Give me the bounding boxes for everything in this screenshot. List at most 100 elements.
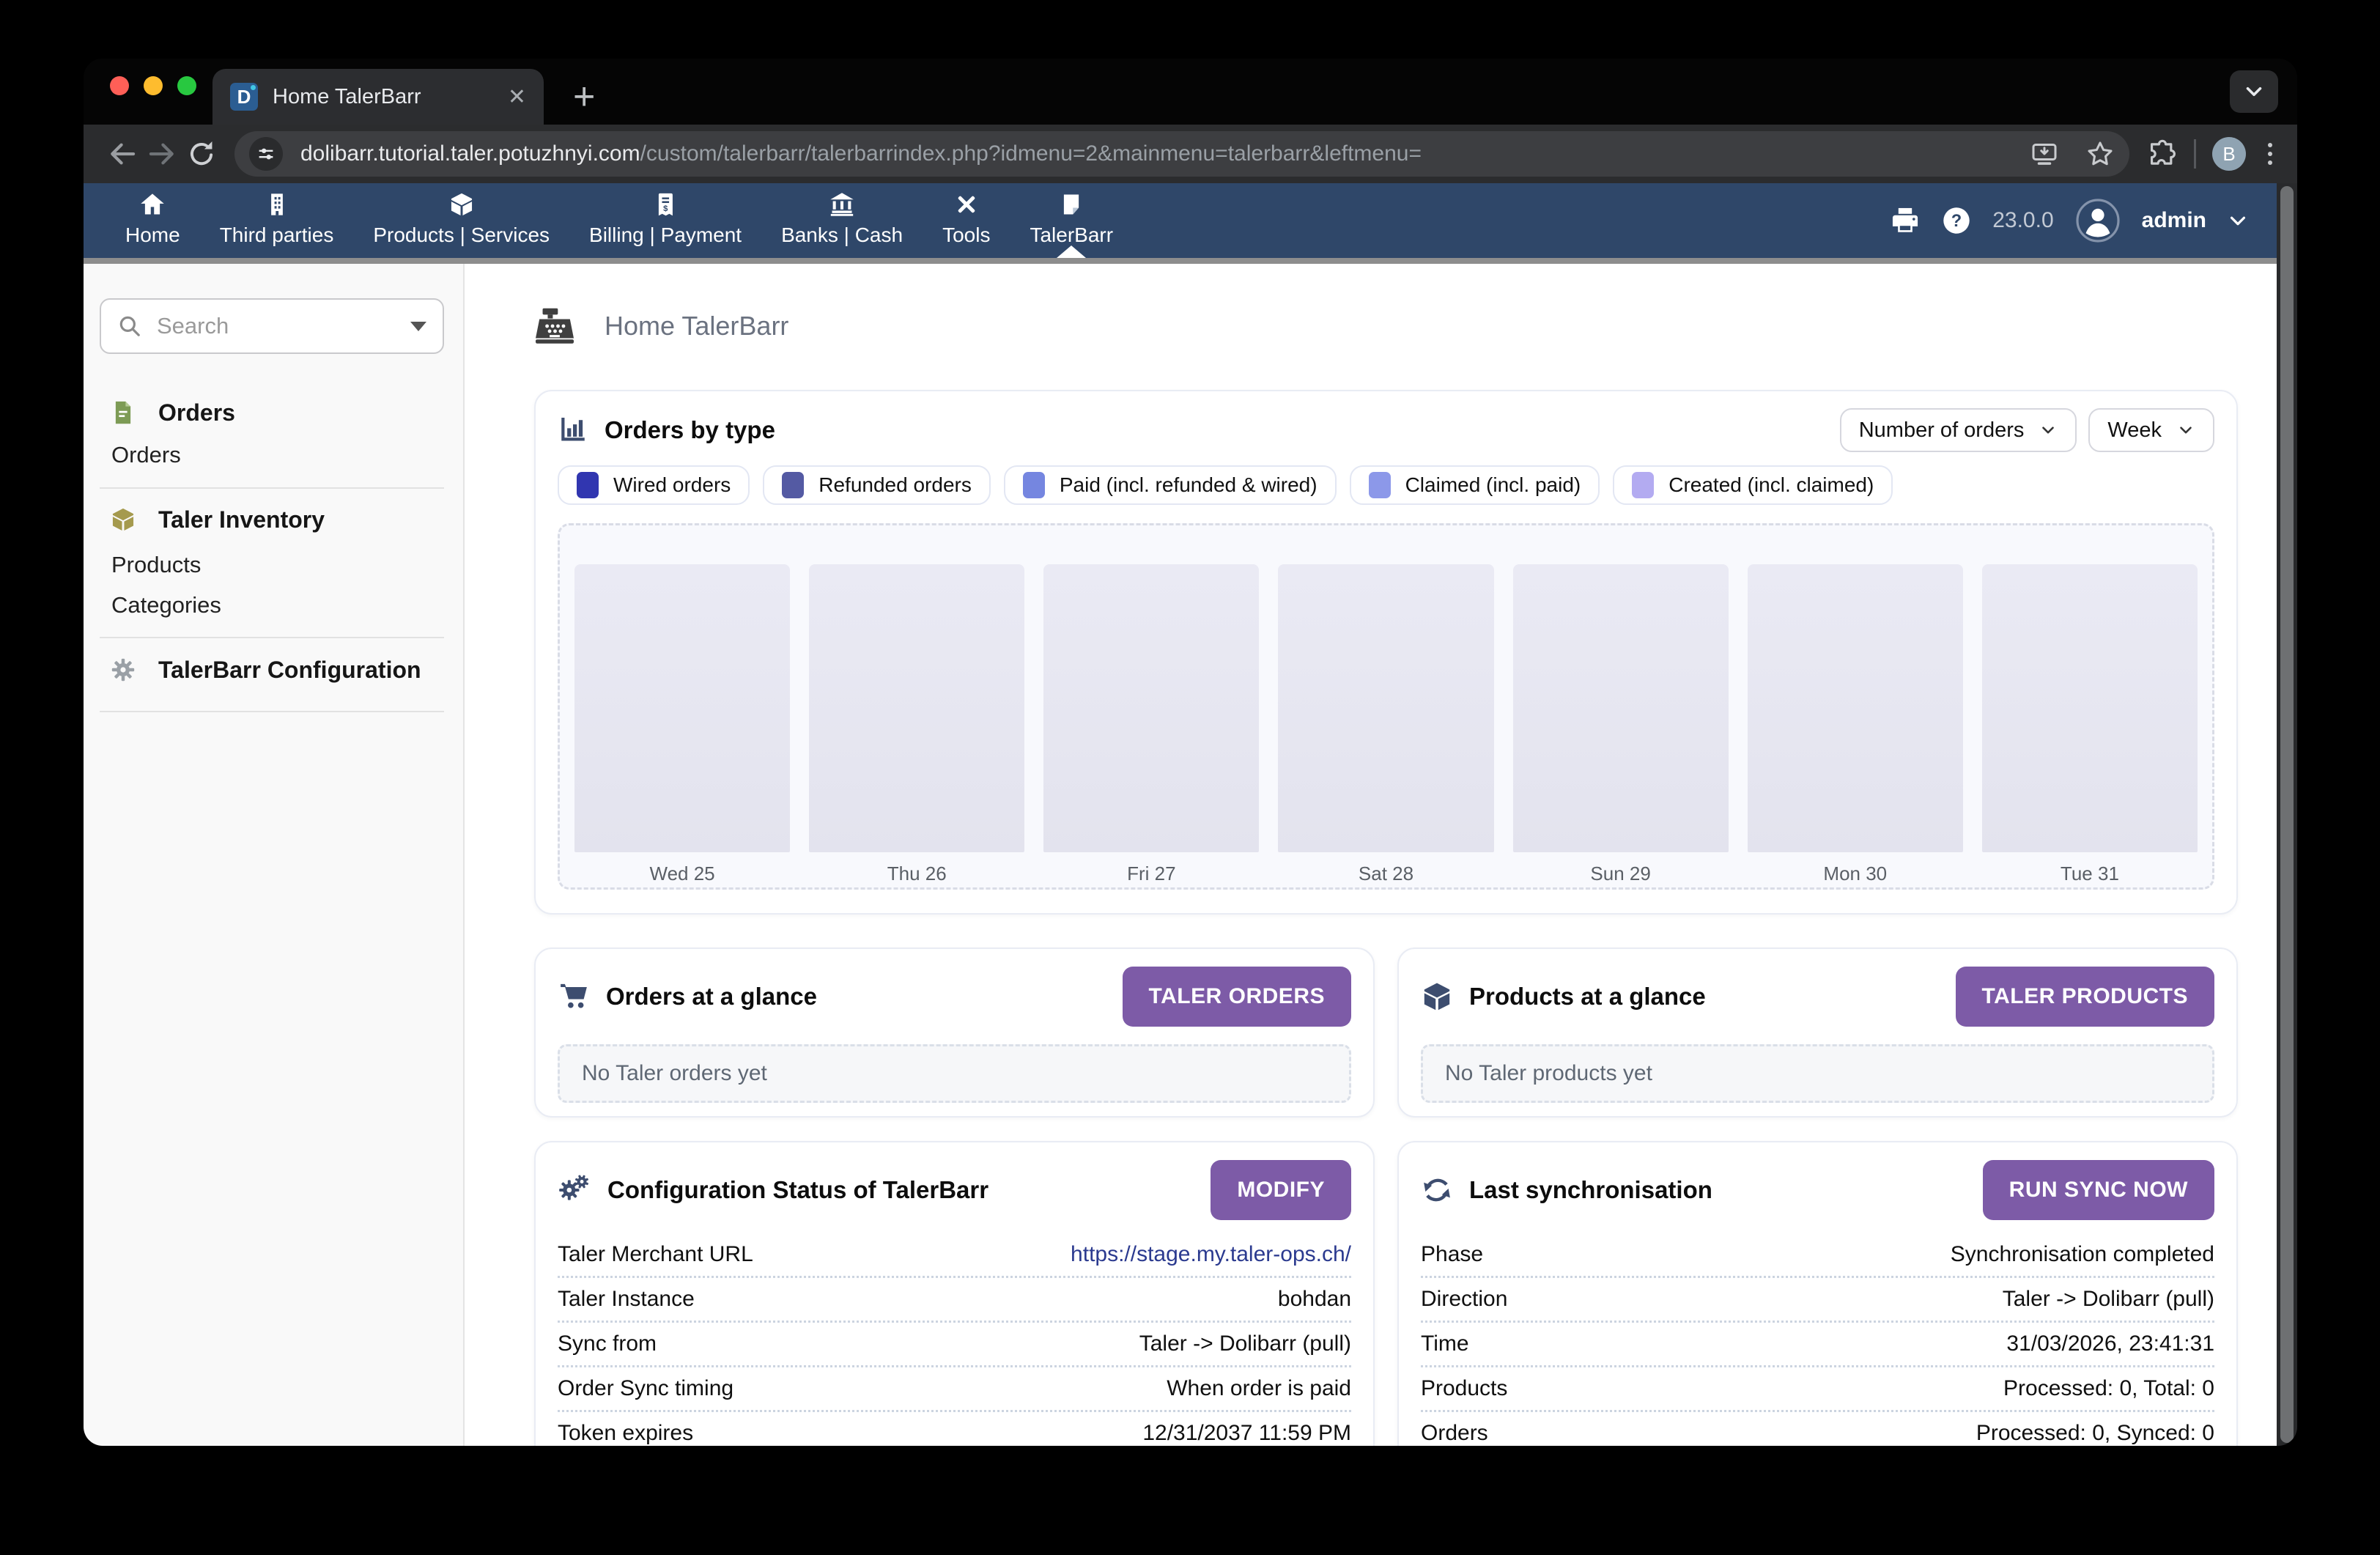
help-icon[interactable]: ? xyxy=(1941,205,1972,236)
legend-swatch xyxy=(1632,472,1654,498)
merchant-url-link[interactable]: https://stage.my.taler-ops.ch/ xyxy=(1071,1242,1351,1267)
menu-products-services[interactable]: Products | Services xyxy=(353,183,569,258)
sidebar-link-products[interactable]: Products xyxy=(100,549,444,581)
last-synchronisation-card: Last synchronisation RUN SYNC NOW PhaseS… xyxy=(1397,1141,2238,1446)
forward-button[interactable] xyxy=(142,134,182,174)
browser-window: D Home TalerBarr ✕ + xyxy=(84,59,2297,1446)
reload-button[interactable] xyxy=(182,134,221,174)
legend-item[interactable]: Refunded orders xyxy=(763,465,991,505)
browser-menu-icon[interactable] xyxy=(2262,143,2278,165)
sidebar-link-categories[interactable]: Categories xyxy=(100,589,444,621)
zoom-window-button[interactable] xyxy=(177,76,196,95)
url-bar[interactable]: dolibarr.tutorial.taler.potuzhnyi.com/cu… xyxy=(234,131,2129,177)
dolibarr-favicon-icon: D xyxy=(230,83,258,111)
chart-day-column xyxy=(1513,564,1729,852)
chart-x-axis-labels: Wed 25 Thu 26 Fri 27 Sat 28 Sun 29 Mon 3… xyxy=(574,852,2198,885)
browser-tab[interactable]: D Home TalerBarr ✕ xyxy=(212,69,544,125)
menu-third-parties[interactable]: Third parties xyxy=(200,183,354,258)
search-dropdown-icon[interactable] xyxy=(410,322,426,331)
legend-item[interactable]: Wired orders xyxy=(558,465,750,505)
table-row: Token expires12/31/2037 11:59 PM xyxy=(558,1412,1351,1446)
table-row: ProductsProcessed: 0, Total: 0 xyxy=(1421,1367,2214,1412)
bookmark-star-icon[interactable] xyxy=(2085,139,2115,169)
invoice-icon: $ xyxy=(652,191,679,218)
sync-icon xyxy=(1421,1174,1453,1206)
chart-legend: Wired orders Refunded orders Paid (incl.… xyxy=(558,465,2214,505)
left-sidebar: Search Orders Orders xyxy=(84,264,465,1446)
menu-billing-payment[interactable]: $ Billing | Payment xyxy=(569,183,761,258)
x-tick-label: Sat 28 xyxy=(1278,852,1493,885)
tab-close-icon[interactable]: ✕ xyxy=(508,84,526,110)
bar-chart-icon xyxy=(558,415,588,446)
taler-orders-button[interactable]: TALER ORDERS xyxy=(1123,967,1351,1027)
sidebar-search[interactable]: Search xyxy=(100,298,444,354)
menu-banks-cash[interactable]: Banks | Cash xyxy=(761,183,923,258)
search-icon xyxy=(117,314,142,339)
browser-toolbar: dolibarr.tutorial.taler.potuzhnyi.com/cu… xyxy=(84,125,2297,183)
menu-tools[interactable]: Tools xyxy=(923,183,1010,258)
tab-strip: D Home TalerBarr ✕ + xyxy=(84,59,2297,125)
scrollbar-thumb[interactable] xyxy=(2280,186,2294,1443)
products-glance-title: Products at a glance xyxy=(1469,983,1706,1011)
legend-swatch xyxy=(782,472,804,498)
browser-profile-avatar[interactable]: B xyxy=(2212,137,2246,171)
page-scrollbar[interactable] xyxy=(2277,183,2297,1446)
sidebar-section-talerbarr-configuration[interactable]: TalerBarr Configuration xyxy=(100,654,444,686)
table-row: Time31/03/2026, 23:41:31 xyxy=(1421,1323,2214,1367)
home-icon xyxy=(139,191,166,218)
legend-item[interactable]: Created (incl. claimed) xyxy=(1613,465,1893,505)
new-tab-button[interactable]: + xyxy=(573,76,595,117)
run-sync-now-button[interactable]: RUN SYNC NOW xyxy=(1983,1160,2214,1220)
chevron-down-icon xyxy=(2176,421,2195,440)
x-tick-label: Sun 29 xyxy=(1513,852,1729,885)
chart-day-column xyxy=(574,564,790,852)
main-menu-bar: Home Third parties Products | Services $… xyxy=(84,183,2277,258)
sidebar-divider xyxy=(100,711,444,712)
table-row: Taler Merchant URLhttps://stage.my.taler… xyxy=(558,1233,1351,1278)
user-name[interactable]: admin xyxy=(2142,208,2206,233)
gears-icon xyxy=(558,1173,591,1207)
chart-day-column xyxy=(1043,564,1259,852)
sidebar-section-orders[interactable]: Orders xyxy=(100,396,444,429)
chart-day-column xyxy=(1982,564,2198,852)
chart-day-column xyxy=(1748,564,1963,852)
menu-home[interactable]: Home xyxy=(106,183,200,258)
back-button[interactable] xyxy=(103,134,142,174)
user-avatar-icon[interactable] xyxy=(2074,197,2121,244)
user-menu-chevron-icon[interactable] xyxy=(2227,210,2249,232)
close-window-button[interactable] xyxy=(110,76,129,95)
install-app-icon[interactable] xyxy=(2030,139,2059,169)
metric-select[interactable]: Number of orders xyxy=(1840,408,2077,452)
sidebar-section-taler-inventory[interactable]: Taler Inventory xyxy=(100,503,444,536)
product-cube-icon xyxy=(1421,980,1453,1013)
tab-title: Home TalerBarr xyxy=(273,85,493,109)
period-select[interactable]: Week xyxy=(2088,408,2214,452)
minimize-window-button[interactable] xyxy=(144,76,163,95)
orders-empty-state: No Taler orders yet xyxy=(558,1044,1351,1103)
orders-by-type-card: Orders by type Number of orders Week xyxy=(534,390,2238,915)
table-row: Taler Instancebohdan xyxy=(558,1278,1351,1323)
last-sync-title: Last synchronisation xyxy=(1469,1176,1712,1204)
menu-talerbarr[interactable]: TalerBarr xyxy=(1010,183,1133,258)
extensions-puzzle-icon[interactable] xyxy=(2147,138,2178,169)
x-tick-label: Tue 31 xyxy=(1982,852,2198,885)
table-row: OrdersProcessed: 0, Synced: 0 xyxy=(1421,1412,2214,1446)
svg-text:$: $ xyxy=(663,204,668,213)
tab-search-button[interactable] xyxy=(2230,70,2278,113)
site-settings-icon[interactable] xyxy=(249,137,283,171)
legend-swatch xyxy=(577,472,599,498)
taler-products-button[interactable]: TALER PRODUCTS xyxy=(1956,967,2214,1027)
gear-icon xyxy=(110,657,136,683)
page-title: Home TalerBarr xyxy=(605,311,788,341)
reload-icon xyxy=(186,138,217,169)
print-icon[interactable] xyxy=(1890,205,1921,236)
dolibarr-version: 23.0.0 xyxy=(1992,208,2053,233)
tools-icon xyxy=(953,191,980,218)
sidebar-link-orders[interactable]: Orders xyxy=(100,439,444,471)
modify-button[interactable]: MODIFY xyxy=(1211,1160,1351,1220)
legend-item[interactable]: Paid (incl. refunded & wired) xyxy=(1004,465,1337,505)
cash-register-icon xyxy=(534,307,575,345)
legend-swatch xyxy=(1023,472,1045,498)
last-sync-table: PhaseSynchronisation completed Direction… xyxy=(1421,1233,2214,1446)
legend-item[interactable]: Claimed (incl. paid) xyxy=(1350,465,1600,505)
